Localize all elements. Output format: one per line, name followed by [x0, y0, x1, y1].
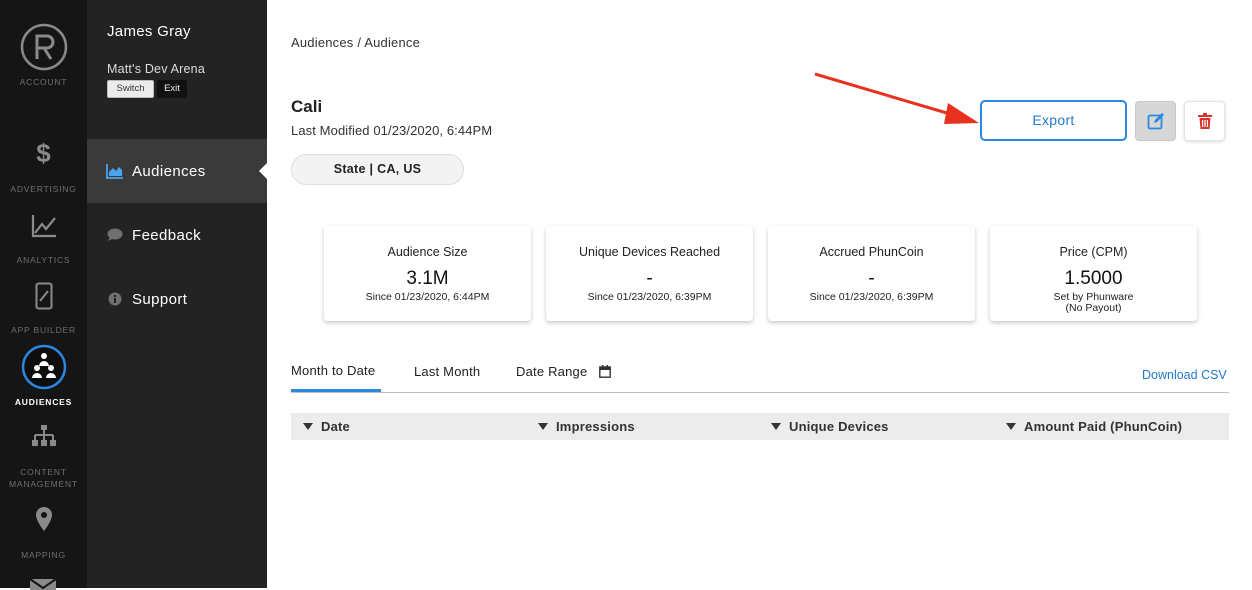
rail-item-label-line2: MANAGEMENT [9, 479, 78, 489]
icon-rail: ACCOUNT $ ADVERTISING ANALYTICS APP BUIL… [0, 0, 87, 590]
dollar-icon: $ [36, 138, 51, 168]
nav-item-audiences[interactable]: Audiences [87, 139, 267, 203]
exit-button[interactable]: Exit [157, 80, 187, 98]
column-header-label: Amount Paid (PhunCoin) [1024, 419, 1183, 434]
stat-value: 1.5000 [1064, 268, 1123, 289]
rail-item-label: AUDIENCES [14, 397, 73, 407]
rail-item-label: ANALYTICS [16, 255, 71, 265]
nav-item-label: Feedback [132, 226, 202, 244]
stat-card-accrued-phuncoin: Accrued PhunCoin - Since 01/23/2020, 6:3… [768, 226, 975, 321]
nav-item-label: Support [132, 290, 188, 308]
stat-sub: Since 01/23/2020, 6:39PM [587, 291, 712, 303]
stat-card-audience-size: Audience Size 3.1M Since 01/23/2020, 6:4… [324, 226, 531, 321]
audiences-icon [21, 344, 66, 390]
stat-sub: Since 01/23/2020, 6:39PM [809, 291, 934, 303]
info-icon [106, 290, 124, 308]
rail-account-label: ACCOUNT [19, 77, 68, 87]
area-chart-icon [106, 162, 124, 180]
sort-caret-icon [1006, 423, 1016, 430]
sort-caret-icon [303, 423, 313, 430]
sort-caret-icon [771, 423, 781, 430]
secondary-nav: James Gray Matt's Dev Arena Switch Exit … [87, 0, 267, 588]
tab-date-range-label: Date Range [516, 364, 588, 379]
main-content: Audiences / Audience Cali Last Modified … [267, 0, 1252, 588]
stat-label: Accrued PhunCoin [819, 245, 924, 259]
last-modified: Last Modified 01/23/2020, 6:44PM [291, 123, 493, 138]
tab-date-range[interactable]: Date Range [516, 364, 612, 379]
rail-item-label: MAPPING [21, 550, 66, 560]
nav-item-feedback[interactable]: Feedback [87, 203, 267, 267]
sort-caret-icon [538, 423, 548, 430]
nav-item-support[interactable]: Support [87, 267, 267, 331]
stat-label: Audience Size [387, 245, 468, 259]
mail-icon[interactable] [29, 578, 57, 590]
stat-label: Price (CPM) [1059, 245, 1128, 259]
sitemap-icon [31, 425, 56, 446]
tab-month-to-date[interactable]: Month to Date [291, 363, 375, 378]
account-logo-icon [20, 23, 67, 71]
tab-last-month[interactable]: Last Month [414, 364, 480, 379]
stat-sub: Since 01/23/2020, 6:44PM [365, 291, 490, 303]
breadcrumb[interactable]: Audiences / Audience [291, 35, 420, 50]
rail-item-advertising[interactable]: $ ADVERTISING [0, 138, 87, 198]
rail-item-mapping[interactable]: MAPPING [0, 506, 87, 562]
stat-card-unique-devices: Unique Devices Reached - Since 01/23/202… [546, 226, 753, 321]
annotation-arrow-icon [814, 72, 979, 124]
stat-label: Unique Devices Reached [578, 245, 721, 259]
rail-item-label: ADVERTISING [10, 184, 77, 194]
column-header-label: Unique Devices [789, 419, 889, 434]
org-name: Matt's Dev Arena [107, 62, 205, 76]
tabs-divider [291, 392, 1229, 393]
stat-sub-note: (No Payout) [1065, 302, 1122, 314]
audience-filter-chip: State | CA, US [291, 154, 464, 185]
rail-item-content-management[interactable]: CONTENT MANAGEMENT [0, 424, 87, 490]
rail-item-label: APP BUILDER [11, 325, 76, 335]
user-name: James Gray [107, 23, 191, 40]
calendar-icon [599, 365, 612, 378]
export-button[interactable]: Export [980, 100, 1127, 141]
column-header-unique-devices[interactable]: Unique Devices [771, 419, 889, 434]
download-csv-link[interactable]: Download CSV [1142, 368, 1227, 382]
edit-icon [1147, 113, 1164, 130]
delete-button[interactable] [1184, 101, 1225, 141]
speech-bubble-icon [106, 226, 124, 244]
table-header: Date Impressions Unique Devices Amount P… [291, 413, 1229, 440]
switch-button[interactable]: Switch [107, 80, 154, 98]
nav-item-label: Audiences [132, 162, 206, 180]
active-caret [259, 163, 267, 179]
stat-value: 3.1M [406, 268, 449, 289]
column-header-impressions[interactable]: Impressions [538, 419, 635, 434]
stat-value: - [646, 268, 653, 289]
edit-button[interactable] [1135, 101, 1176, 141]
mobile-edit-icon [35, 282, 52, 310]
rail-item-analytics[interactable]: ANALYTICS [0, 212, 87, 272]
page-title: Cali [291, 97, 323, 116]
rail-item-app-builder[interactable]: APP BUILDER [0, 282, 87, 342]
map-pin-icon [35, 507, 52, 531]
column-header-label: Date [321, 419, 350, 434]
column-header-date[interactable]: Date [303, 419, 350, 434]
stat-card-price-cpm: Price (CPM) 1.5000 Set by Phunware (No P… [990, 226, 1197, 321]
column-header-amount-paid[interactable]: Amount Paid (PhunCoin) [1006, 419, 1182, 434]
trash-icon [1197, 113, 1212, 129]
column-header-label: Impressions [556, 419, 635, 434]
rail-item-audiences[interactable]: AUDIENCES [0, 344, 87, 408]
rail-item-label: CONTENT [20, 467, 67, 477]
stat-value: - [868, 268, 875, 289]
line-chart-icon [31, 215, 56, 238]
rail-account[interactable]: ACCOUNT [0, 20, 87, 90]
